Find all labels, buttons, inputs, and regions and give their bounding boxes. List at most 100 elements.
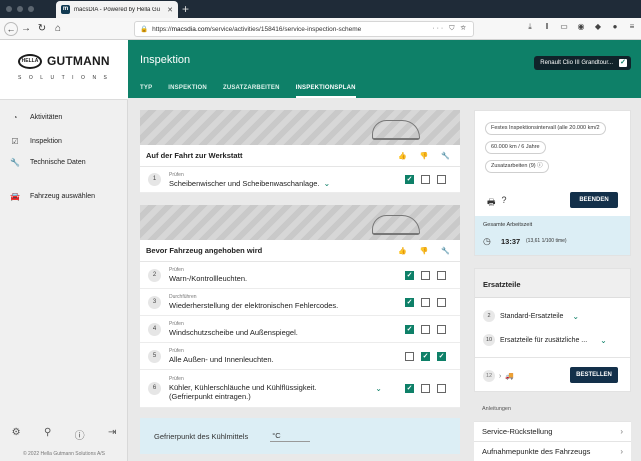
window-controls[interactable] (6, 6, 34, 12)
inspection-step: 5 Prüfen Alle Außen- und Innenleuchten. ✓… (140, 343, 460, 370)
sidebar-item-aktivitaeten[interactable]: ◔ Aktivitäten (0, 109, 128, 125)
tab-typ[interactable]: TYP (140, 85, 152, 98)
worktime-panel: Gesamte Arbeitszeit ◷ 13:37 (13,61 1/100… (475, 216, 630, 255)
repaired-checkbox[interactable] (437, 384, 446, 393)
settings-icon[interactable]: ⚙ (12, 427, 21, 442)
close-tab-icon[interactable]: ✕ (167, 6, 173, 14)
new-tab-button[interactable]: + (182, 2, 189, 16)
truck-icon: 🚚 (505, 373, 515, 380)
freeze-point-panel: Gefrierpunkt des Kühlmittels °C (140, 418, 460, 454)
step-checkboxes: ✓ ✓ (405, 351, 446, 361)
step-text: Wiederherstellung der elektronischen Feh… (169, 301, 339, 310)
inspection-step: 4 Prüfen Windschutzscheibe und Außenspieg… (140, 316, 460, 343)
sidebar-item-inspektion[interactable]: ☑ Inspektion (0, 133, 128, 149)
parts-label: Standard-Ersatzteile (500, 312, 564, 320)
step-text: Kühler, Kühlerschläuche und Kühlflüssigk… (169, 383, 317, 392)
freeze-point-label: Gefrierpunkt des Kühlmittels (154, 431, 249, 441)
step-kind: Prüfen (169, 321, 184, 327)
tab-inspektionsplan[interactable]: INSPEKTIONSPLAN (295, 85, 356, 98)
print-icon[interactable]: 🖶 (487, 195, 496, 211)
browser-extensions: ⤓ ‖ ▭ ◉ ◆ ● ≡ (525, 22, 637, 32)
repaired-checkbox[interactable] (437, 175, 446, 184)
tab-zusatzarbeiten[interactable]: ZUSATZARBEITEN (223, 85, 280, 98)
add-user-icon[interactable]: ⚲ (44, 427, 51, 442)
reload-icon[interactable]: ↻ (34, 23, 50, 34)
chevron-down-icon[interactable]: ⌄ (600, 336, 607, 345)
ok-checkbox[interactable] (405, 351, 414, 361)
sidebar-item-technische-daten[interactable]: 🔧 Technische Daten (0, 154, 128, 170)
chevron-down-icon[interactable]: ⌄ (324, 179, 331, 188)
chevron-down-icon[interactable]: ⌄ (375, 384, 382, 393)
card-actions: 🖶 ? (487, 195, 507, 211)
step-kind: Prüfen (169, 348, 184, 354)
menu-icon[interactable]: ≡ (627, 22, 637, 32)
ok-checkbox[interactable]: ✓ (405, 270, 414, 280)
inspection-step: 3 Durchführen Wiederherstellung der elekt… (140, 289, 460, 316)
repaired-checkbox[interactable] (437, 270, 446, 280)
order-button[interactable]: BESTELLEN (570, 367, 618, 383)
divider (475, 357, 630, 358)
browser-tab[interactable]: m macsDIA - Powered by Hella Gu ✕ (56, 1, 178, 18)
back-icon[interactable]: ← (4, 21, 18, 36)
copyright: © 2022 Hella Gutmann Solutions A/S (22, 451, 106, 457)
parts-count: 10 (483, 334, 495, 346)
brand-logo: HELLA GUTMANN SOLUTIONS (0, 40, 128, 100)
step-text: Alle Außen- und Innenleuchten. (169, 355, 274, 364)
instruction-item[interactable]: Service-Rückstellung › (474, 421, 631, 441)
chevron-down-icon[interactable]: ⌄ (572, 312, 579, 321)
end-button[interactable]: BEENDEN (570, 192, 618, 208)
car-icon: 🚘 (10, 191, 20, 201)
sidebar-item-label: Fahrzeug auswählen (30, 192, 95, 200)
extension-2-icon[interactable]: ● (610, 22, 620, 32)
library-icon[interactable]: ‖ (542, 22, 552, 32)
section-title: Auf der Fahrt zur Werkstatt (146, 151, 243, 160)
sidebar-item-label: Technische Daten (30, 158, 86, 166)
repaired-checkbox[interactable] (437, 324, 446, 334)
address-bar[interactable]: 🔒 https://macsdia.com/service/activities… (134, 21, 474, 37)
instruction-label: Service-Rückstellung (482, 427, 553, 436)
repaired-checkbox[interactable] (437, 297, 446, 307)
worktime-label: Gesamte Arbeitszeit (483, 222, 533, 228)
chevron-right-icon: › (620, 427, 623, 436)
not-ok-checkbox[interactable] (421, 384, 430, 393)
parts-row[interactable]: 2 Standard-Ersatzteile ⌄ (483, 310, 579, 322)
not-ok-checkbox[interactable] (421, 324, 430, 334)
page-actions-icon[interactable]: ··· ⛉ ☆ (432, 25, 468, 33)
repaired-checkbox[interactable]: ✓ (437, 351, 446, 361)
ok-checkbox[interactable]: ✓ (405, 324, 414, 334)
instruction-item[interactable]: Aufnahmepunkte des Fahrzeugs › (474, 441, 631, 461)
inspection-plan: Auf der Fahrt zur Werkstatt 👍 👎 🔧 1 Prüf… (140, 110, 460, 454)
sidebar-icon[interactable]: ▭ (559, 22, 569, 32)
extension-icon[interactable]: ◆ (593, 22, 603, 32)
vehicle-selector[interactable]: Renault Clio III Grandtour... ✓ (534, 56, 631, 70)
not-ok-checkbox[interactable] (421, 297, 430, 307)
info-icon[interactable]: ⓘ (75, 427, 85, 442)
step-kind: Prüfen (169, 267, 184, 273)
parts-row[interactable]: 10 Ersatzteile für zusätzliche ... ⌄ (483, 334, 607, 346)
freeze-point-input[interactable]: °C (270, 431, 311, 442)
ok-checkbox[interactable]: ✓ (405, 384, 414, 393)
ok-checkbox[interactable]: ✓ (405, 297, 414, 307)
not-ok-checkbox[interactable] (421, 270, 430, 280)
download-icon[interactable]: ⤓ (525, 22, 535, 32)
not-ok-checkbox[interactable] (421, 175, 430, 184)
home-icon[interactable]: ⌂ (50, 23, 66, 34)
browser-tab-bar: m macsDIA - Powered by Hella Gu ✕ + (0, 0, 641, 18)
step-checkboxes: ✓ (405, 175, 446, 184)
ok-checkbox[interactable]: ✓ (405, 175, 414, 184)
not-ok-checkbox[interactable]: ✓ (421, 351, 430, 361)
extra-work-pill[interactable]: Zusatzarbeiten (9) ⓘ (485, 160, 549, 173)
sidebar-item-fahrzeug-auswaehlen[interactable]: 🚘 Fahrzeug auswählen (0, 188, 128, 204)
help-icon[interactable]: ? (502, 195, 507, 211)
thumbs-up-icon: 👍 (398, 152, 407, 160)
forward-icon[interactable]: → (18, 23, 34, 34)
browser-tab-title: macsDIA - Powered by Hella Gu (74, 6, 161, 13)
instruction-label: Aufnahmepunkte des Fahrzeugs (482, 447, 591, 456)
car-illustration (372, 215, 420, 235)
check-icon: ✓ (619, 59, 627, 67)
step-checkboxes: ✓ (405, 384, 446, 393)
account-icon[interactable]: ◉ (576, 22, 586, 32)
tab-inspektion[interactable]: INSPEKTION (168, 85, 207, 98)
brand-name: GUTMANN (47, 54, 110, 68)
logout-icon[interactable]: ⇥ (108, 427, 116, 442)
